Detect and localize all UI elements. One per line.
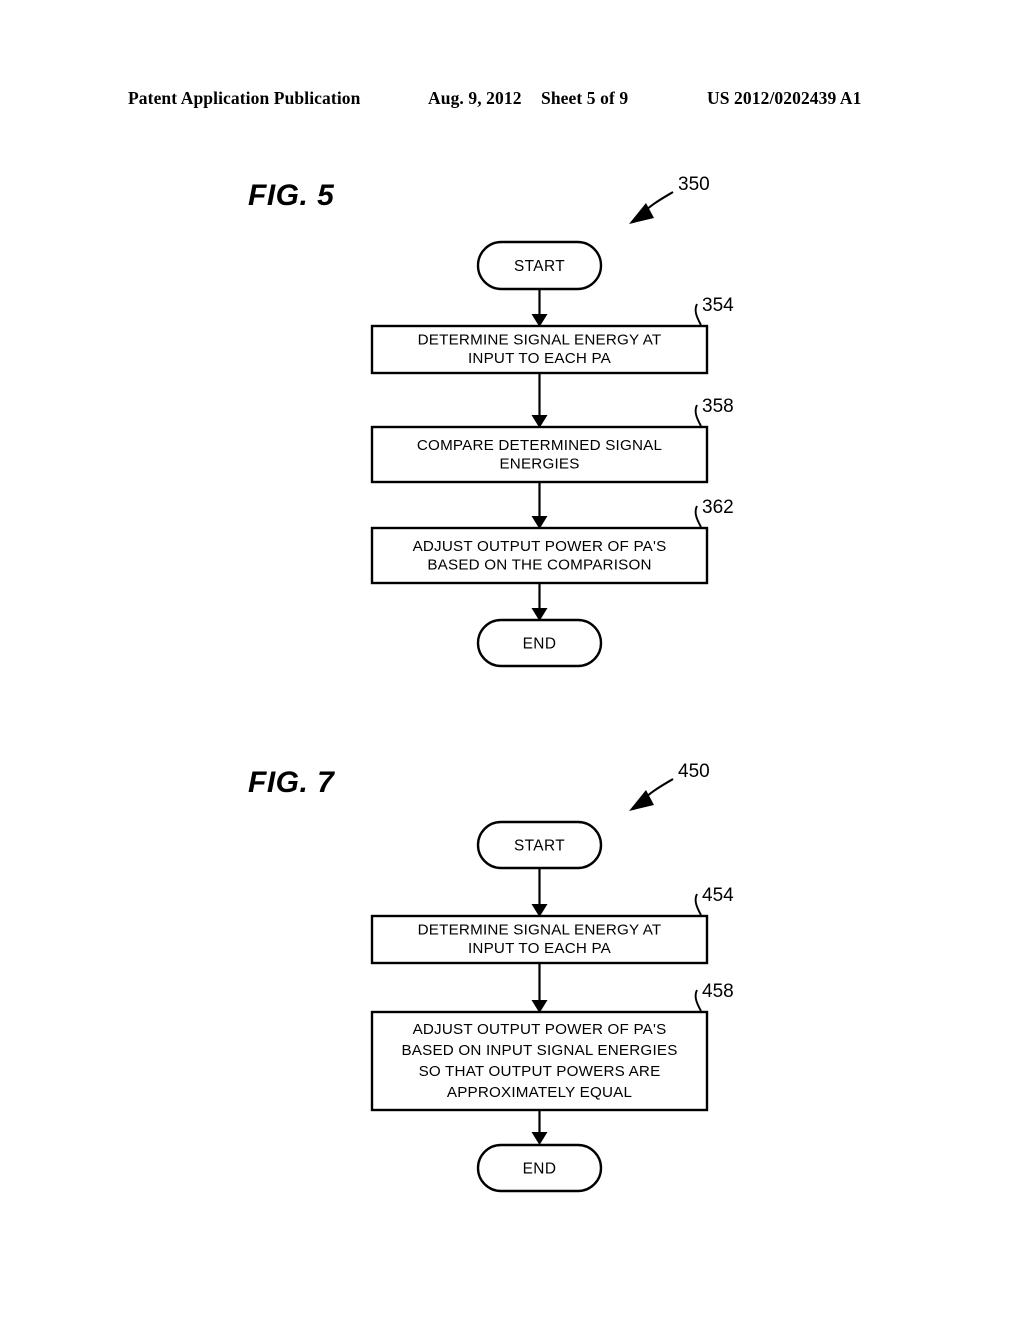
figure-5-connector-1	[531, 289, 548, 327]
figure-5-flowchart: 350 START DETERMINE SIGNAL ENERGY AT INP…	[370, 174, 734, 668]
figure-5-start-terminal: START	[476, 240, 603, 291]
figure-5-step-354: DETERMINE SIGNAL ENERGY AT INPUT TO EACH…	[370, 295, 734, 375]
figure-7-start-terminal: START	[476, 820, 603, 870]
figure-5-end-terminal: END	[476, 618, 603, 668]
figure-7-step-454-line-1: DETERMINE SIGNAL ENERGY AT	[418, 922, 662, 939]
figure-7-end-label: END	[523, 1161, 557, 1178]
figure-5-step-358: COMPARE DETERMINED SIGNAL ENERGIES 358	[370, 396, 734, 484]
figure-5-step-354-line-2: INPUT TO EACH PA	[468, 350, 612, 367]
figure-5-step-358-ref: 358	[702, 396, 734, 417]
figure-7-step-458-ref: 458	[702, 981, 734, 1002]
figure-7-step-458-line-2: BASED ON INPUT SIGNAL ENERGIES	[401, 1042, 677, 1059]
figure-5-step-354-ref: 354	[702, 295, 734, 316]
figure-7-step-458-line-3: SO THAT OUTPUT POWERS ARE	[419, 1063, 661, 1080]
figure-7-connector-2	[531, 963, 548, 1013]
patent-drawing-sheet: 350 START DETERMINE SIGNAL ENERGY AT INP…	[370, 174, 734, 1193]
figure-5-connector-4	[531, 583, 548, 621]
figure-5-connector-2	[531, 373, 548, 428]
figure-7-start-label: START	[514, 838, 565, 855]
figure-7-step-454-ref: 454	[702, 885, 734, 906]
figure-7-step-454: DETERMINE SIGNAL ENERGY AT INPUT TO EACH…	[370, 885, 734, 965]
figure-7-connector-1	[531, 868, 548, 917]
figure-5-step-362-line-1: ADJUST OUTPUT POWER OF PA'S	[413, 538, 667, 555]
figure-7-connector-3	[531, 1110, 548, 1145]
figure-5-connector-3	[531, 482, 548, 529]
figure-7-ref-number: 450	[678, 761, 710, 782]
figure-5-step-354-line-1: DETERMINE SIGNAL ENERGY AT	[418, 332, 662, 349]
figure-5-step-362-ref: 362	[702, 497, 734, 518]
figure-7-step-458-line-1: ADJUST OUTPUT POWER OF PA'S	[413, 1021, 667, 1038]
figure-7-step-458-line-4: APPROXIMATELY EQUAL	[447, 1084, 632, 1101]
figure-5-end-label: END	[523, 636, 557, 653]
figure-5-start-label: START	[514, 258, 565, 275]
figure-5-step-362: ADJUST OUTPUT POWER OF PA'S BASED ON THE…	[370, 497, 734, 585]
figure-7-flowchart: 450 START DETERMINE SIGNAL ENERGY AT INP…	[370, 761, 734, 1193]
figure-7-end-terminal: END	[476, 1143, 603, 1193]
figure-7-ref-leader	[629, 778, 674, 811]
figure-5-step-358-line-2: ENERGIES	[499, 456, 579, 473]
figure-5-step-358-line-1: COMPARE DETERMINED SIGNAL	[417, 437, 662, 454]
figure-5-ref-number: 350	[678, 174, 710, 195]
figure-5-step-362-line-2: BASED ON THE COMPARISON	[427, 557, 651, 574]
figure-7-step-454-line-2: INPUT TO EACH PA	[468, 940, 612, 957]
figure-5-ref-leader	[629, 191, 674, 224]
figure-7-step-458: ADJUST OUTPUT POWER OF PA'S BASED ON INP…	[370, 981, 734, 1112]
